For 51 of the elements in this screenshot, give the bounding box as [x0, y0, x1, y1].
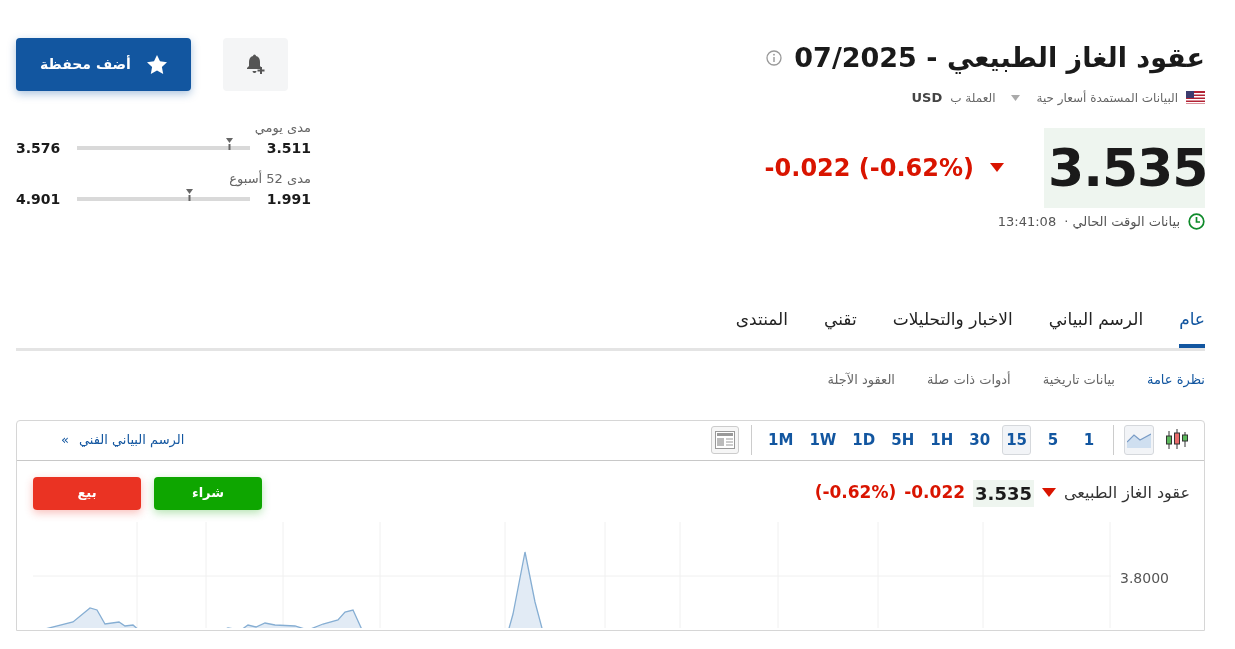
instrument-title: عقود الغاز الطبيعي - 07/2025: [794, 41, 1205, 76]
clock-icon: [1188, 212, 1205, 230]
last-price: 3.535: [1044, 127, 1205, 208]
add-to-portfolio-button[interactable]: أضف محفظة: [16, 38, 191, 91]
timeframe-button[interactable]: 5H: [887, 425, 919, 455]
realtime-label: بيانات الوقت الحالي ·: [1064, 212, 1180, 231]
timeframe-button[interactable]: 1H: [926, 425, 958, 455]
info-icon: [766, 50, 783, 66]
sub-tab[interactable]: بيانات تاريخية: [1042, 370, 1115, 390]
sub-tab[interactable]: أدوات ذات صلة: [926, 370, 1011, 390]
layout-icon: [715, 431, 735, 449]
nav-tab[interactable]: تقني: [824, 302, 857, 348]
sub-tab[interactable]: نظرة عامة: [1146, 370, 1205, 390]
add-alert-button[interactable]: [223, 38, 288, 91]
nav-tab[interactable]: الرسم البياني: [1048, 302, 1144, 348]
layout-button[interactable]: [711, 426, 739, 454]
dropdown-caret-icon[interactable]: [1011, 94, 1021, 101]
currency-label: العملة ب: [950, 89, 996, 107]
sub-tab[interactable]: العقود الآجلة: [827, 370, 895, 390]
timeframe-button[interactable]: 1: [1075, 425, 1103, 455]
chart-change-value: -0.022: [904, 481, 966, 505]
range-low-value: 3.511: [265, 138, 311, 158]
range-high-value: 3.576: [16, 138, 62, 158]
change-value: -0.022 (-0.62%): [764, 152, 974, 184]
timeframe-button[interactable]: 1W: [805, 425, 841, 455]
range-low-value: 1.991: [265, 189, 311, 209]
timeframe-button[interactable]: 1D: [848, 425, 880, 455]
y-axis-label: 3.8000: [1120, 568, 1170, 588]
chart-instrument-name: عقود الغاز الطبيعى: [1064, 482, 1190, 505]
nav-tab[interactable]: عام: [1179, 302, 1205, 348]
range-high-value: 4.901: [16, 189, 62, 209]
timeframe-button[interactable]: 5: [1039, 425, 1067, 455]
timeframe-button[interactable]: 30: [965, 425, 995, 455]
star-icon: [146, 55, 167, 74]
range-label: مدى يومي: [253, 119, 311, 136]
chart-price: 3.535: [973, 479, 1034, 507]
sell-button[interactable]: بيع: [33, 476, 141, 510]
bell-plus-icon: [244, 53, 267, 76]
range-label: مدى 52 أسبوع: [228, 170, 311, 187]
flag-icon: [1186, 91, 1205, 105]
timeframe-button[interactable]: 15: [1002, 425, 1031, 455]
quote-time: 13:41:08: [997, 212, 1057, 231]
nav-tab[interactable]: الاخبار والتحليلات: [892, 302, 1013, 348]
currency-code: USD: [911, 89, 943, 107]
candlestick-icon: [1165, 429, 1189, 451]
nav-tab[interactable]: المنتدى: [735, 302, 788, 348]
area-chart-icon: [1127, 432, 1151, 448]
data-source-label: البيانات المستمدة أسعار حية: [1036, 89, 1178, 107]
timeframe-button[interactable]: 1M: [764, 425, 798, 455]
technical-chart-link[interactable]: الرسم البياني الفني »: [61, 430, 185, 450]
chart-change-percent: (-0.62%): [814, 481, 897, 505]
